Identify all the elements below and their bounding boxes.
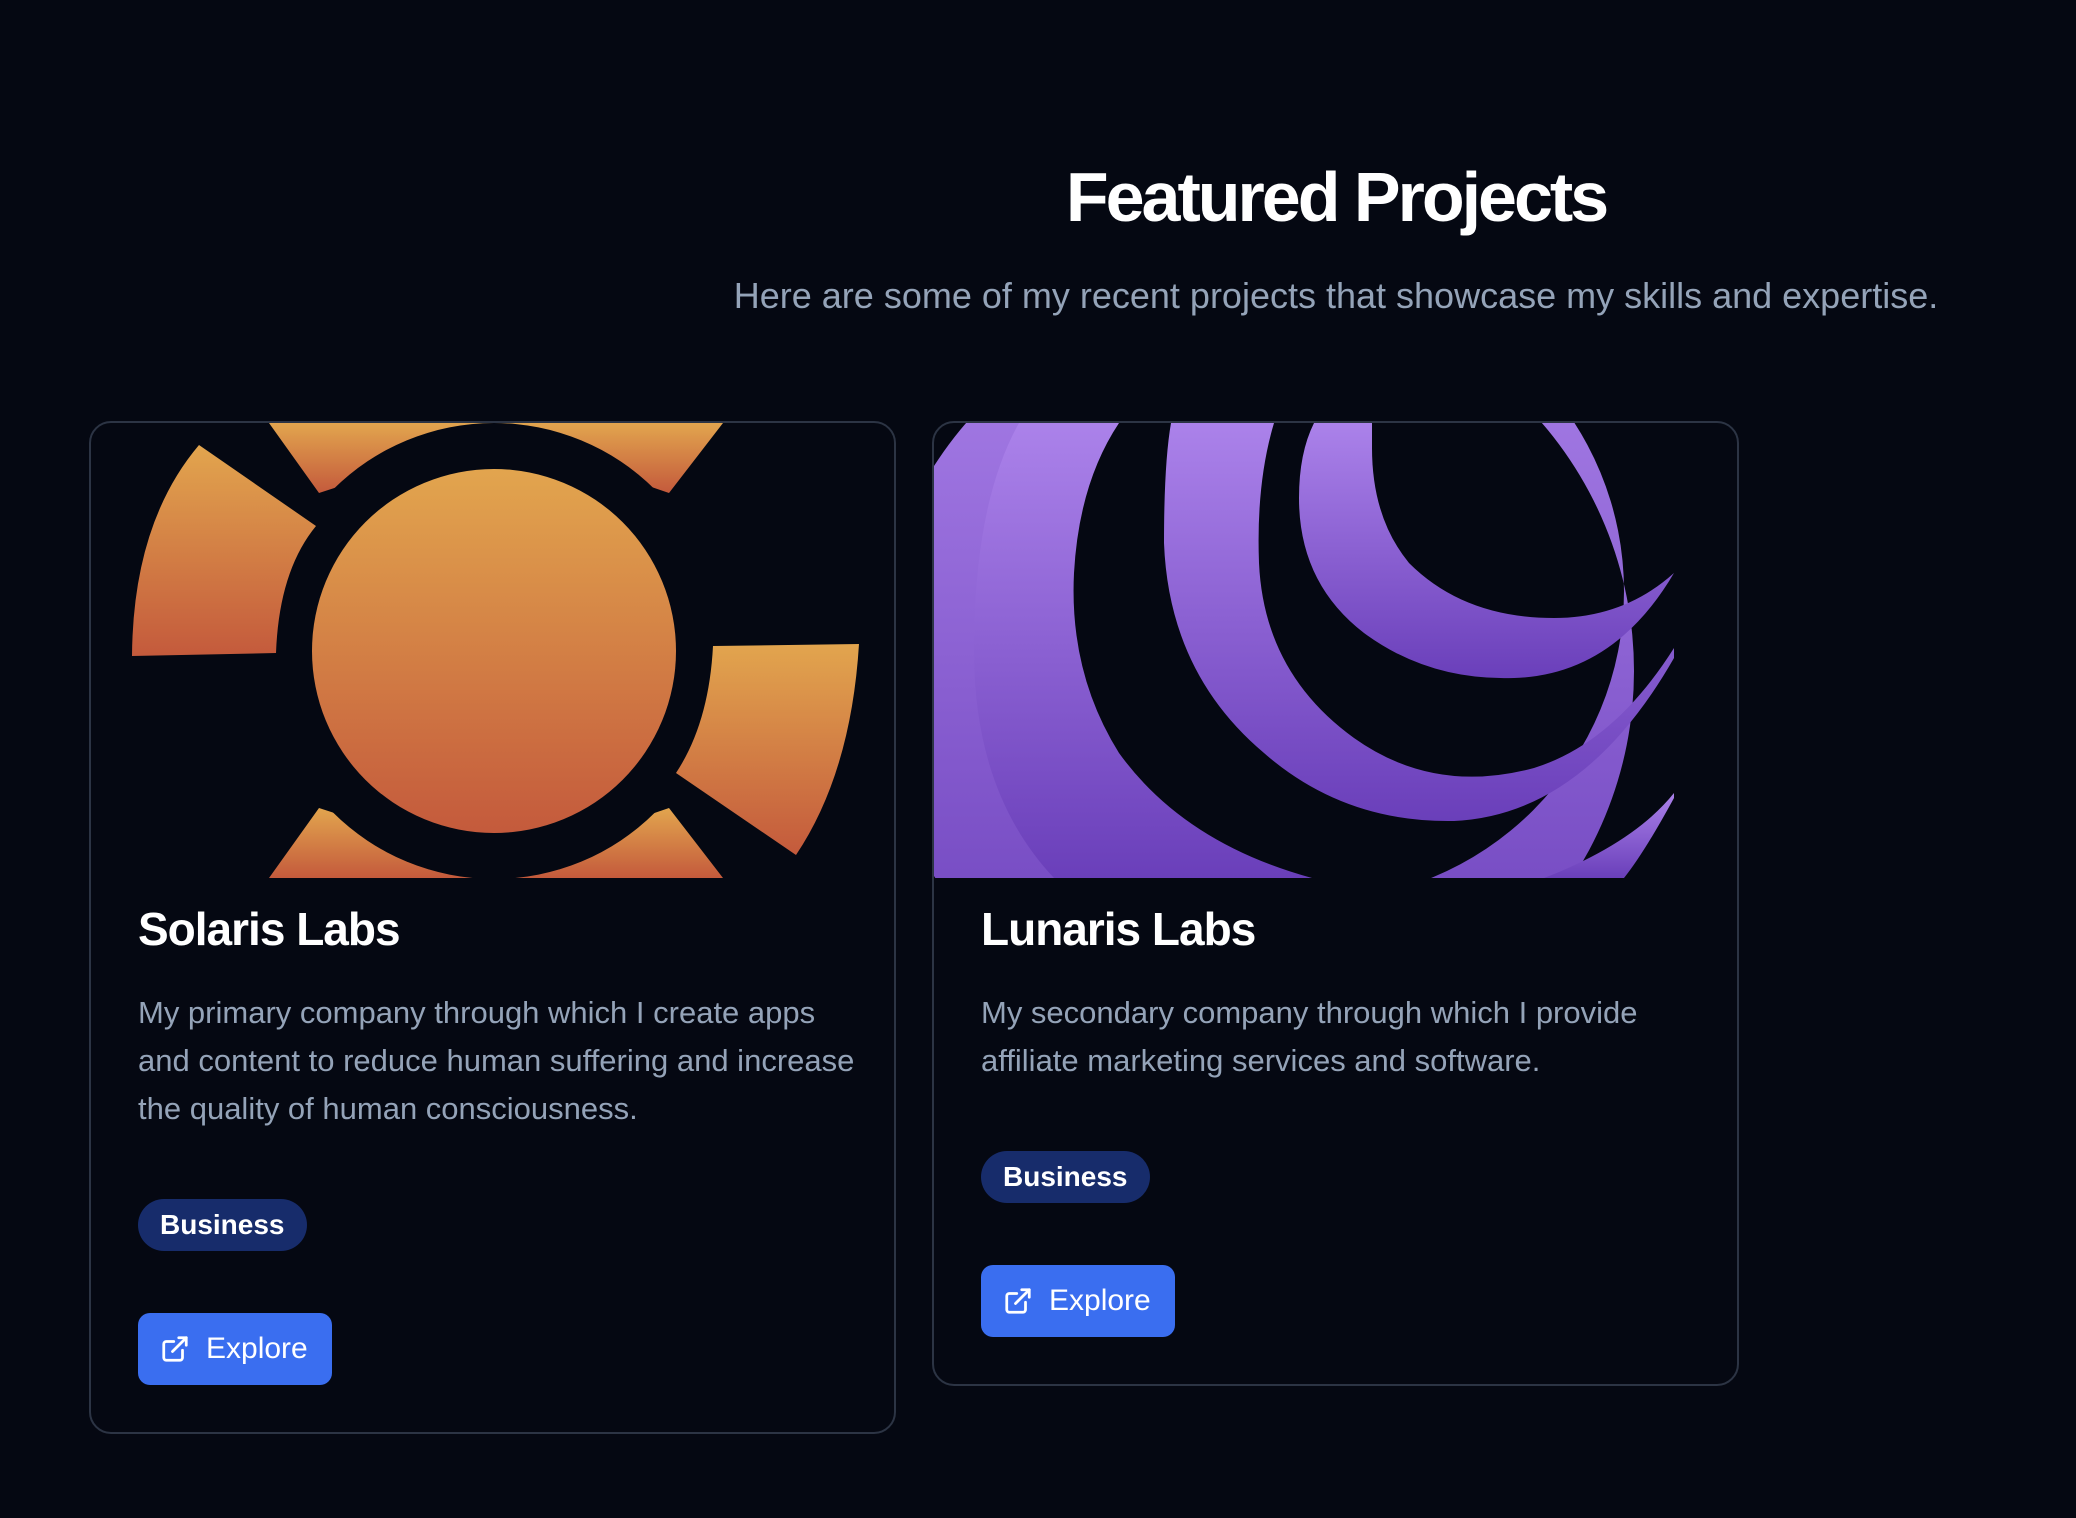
project-title: Lunaris Labs [981,903,1256,955]
project-card-solaris: Solaris Labs My primary company through … [89,421,896,1434]
moon-logo-icon [934,423,1737,878]
external-link-icon [1003,1286,1033,1316]
section-subtitle: Here are some of my recent projects that… [733,275,1939,316]
featured-projects-section: Featured Projects Here are some of my re… [0,0,2076,1518]
tag-badge: Business [138,1199,307,1251]
project-title: Solaris Labs [138,903,401,955]
explore-button-label: Explore [1049,1284,1151,1317]
external-link-icon [160,1334,190,1364]
explore-button[interactable]: Explore [138,1313,332,1385]
project-description: My secondary company through which I pro… [981,995,1638,1078]
explore-button[interactable]: Explore [981,1265,1175,1337]
project-card-lunaris: Lunaris Labs My secondary company throug… [932,421,1739,1386]
project-description: My primary company through which I creat… [138,995,855,1126]
tag-badge: Business [981,1151,1150,1203]
sun-logo-icon [91,423,894,878]
explore-button-label: Explore [206,1332,308,1365]
section-title: Featured Projects [1065,158,1609,236]
